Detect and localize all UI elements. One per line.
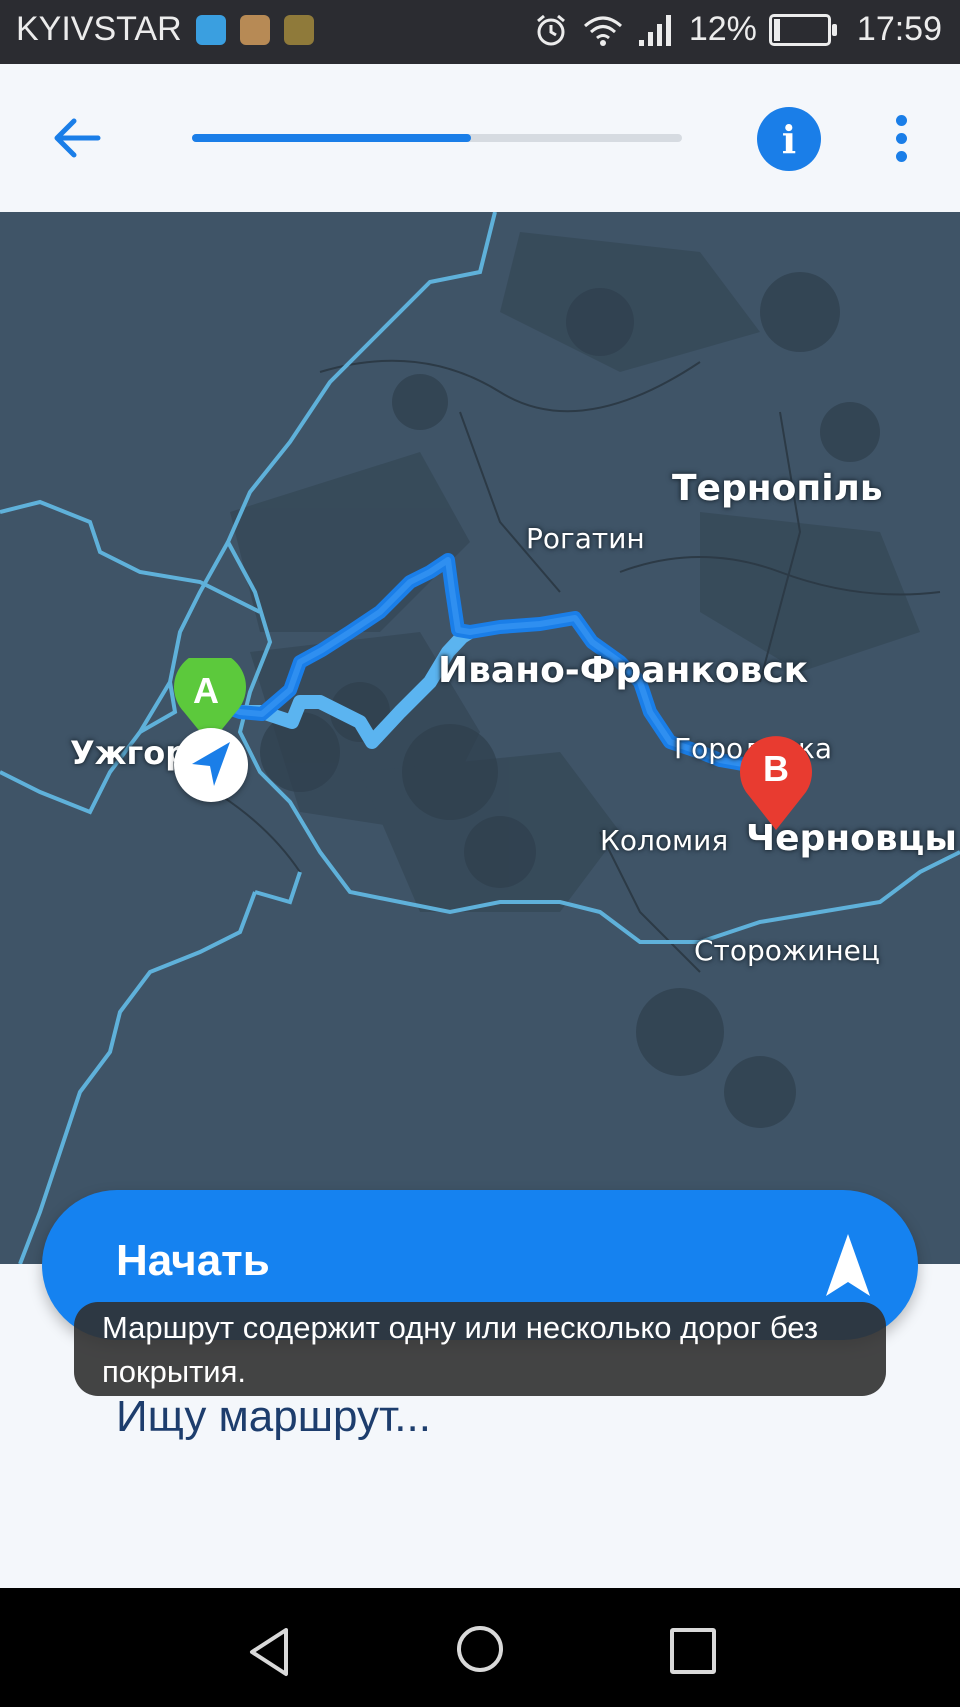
- location-app-icon: [195, 14, 226, 45]
- map-label-ternopil: Тернопіль: [672, 468, 883, 509]
- system-nav-bar: [0, 1588, 960, 1707]
- map-label-ivano-frankivsk: Ивано-Франковск: [438, 650, 809, 691]
- navigation-arrow-icon: [826, 1234, 870, 1296]
- marker-a-label: A: [193, 670, 219, 711]
- battery-percent: 12%: [688, 10, 757, 48]
- route-progress-fill: [192, 134, 471, 142]
- location-arrow-icon: [192, 742, 230, 786]
- more-vertical-icon[interactable]: [890, 115, 912, 165]
- start-button-label: Начать: [116, 1236, 270, 1285]
- image-app-icon: [283, 14, 314, 45]
- marker-b[interactable]: B: [736, 734, 816, 834]
- toast-message: Маршрут содержит одну или несколько доро…: [74, 1302, 886, 1396]
- nav-back-icon[interactable]: [246, 1626, 292, 1678]
- arrow-left-icon[interactable]: [48, 110, 104, 166]
- info-icon: i: [781, 116, 797, 162]
- photo-app-icon: [239, 14, 270, 45]
- nav-home-icon[interactable]: [454, 1623, 506, 1675]
- carrier-name: KYIVSTAR: [16, 10, 182, 48]
- clock: 17:59: [856, 10, 942, 48]
- map-label-kolomyia: Коломия: [600, 824, 729, 857]
- battery-icon: [768, 13, 837, 46]
- wifi-icon: [583, 16, 622, 46]
- alarm-icon: [536, 14, 565, 45]
- marker-b-label: B: [763, 748, 789, 789]
- map-label-rohatyn: Рогатин: [526, 522, 645, 555]
- info-button[interactable]: i: [757, 107, 821, 171]
- route-search-status: Ищу маршрут...: [116, 1392, 431, 1441]
- nav-recent-icon[interactable]: [670, 1628, 716, 1674]
- map-label-storozhynets: Сторожинец: [694, 934, 880, 967]
- status-bar: KYIVSTAR 12% 17:59: [0, 0, 960, 64]
- map-view[interactable]: Тернопіль Рогатин Ивано-Франковск Ужгоро…: [0, 212, 960, 1264]
- signal-icon: [638, 14, 671, 46]
- current-location-marker: [174, 728, 248, 802]
